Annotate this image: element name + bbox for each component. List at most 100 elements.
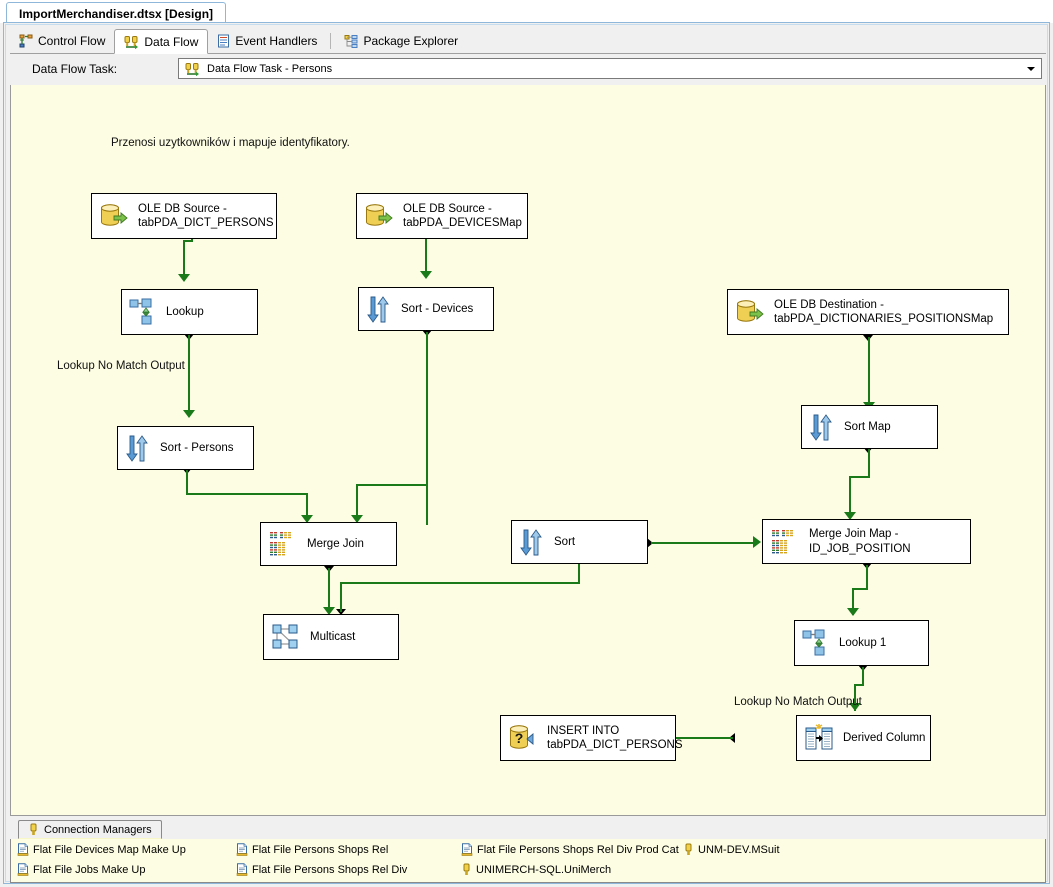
connection-manager-item[interactable]: UNIMERCH-SQL.UniMerch <box>461 863 611 876</box>
flat-file-icon <box>17 843 29 856</box>
node-label: OLE DB Source - tabPDA_DICT_PERSONS <box>138 202 274 229</box>
connection-managers-tab-row: Connection Managers <box>10 820 1046 840</box>
node-sort[interactable]: Sort <box>511 520 648 564</box>
data-flow-canvas[interactable]: Przenosi uzytkowników i mapuje identyfik… <box>10 85 1046 816</box>
tab-package-explorer[interactable]: Package Explorer <box>335 29 467 53</box>
tab-event-handlers-label: Event Handlers <box>235 34 318 48</box>
node-sort-devices[interactable]: Sort - Devices <box>358 287 494 331</box>
tab-data-flow[interactable]: Data Flow <box>114 29 209 54</box>
chevron-down-icon[interactable] <box>1027 67 1035 71</box>
tab-connection-managers-label: Connection Managers <box>44 823 152 836</box>
sort-icon <box>366 294 392 324</box>
node-ole-db-source-devices[interactable]: OLE DB Source - tabPDA_DEVICESMap <box>356 193 528 239</box>
connector-sort-persons-seg2 <box>186 493 308 495</box>
sort-icon <box>809 412 835 442</box>
node-label: Merge Join Map - ID_JOB_POSITION <box>809 528 911 555</box>
tab-control-flow[interactable]: Control Flow <box>10 29 114 53</box>
connector-dest-to-sort-map <box>868 337 870 405</box>
data-flow-icon <box>124 35 139 49</box>
ssis-data-flow-designer: ImportMerchandiser.dtsx [Design] Control <box>0 0 1053 887</box>
sort-icon <box>519 527 545 557</box>
node-sort-persons[interactable]: Sort - Persons <box>117 426 254 470</box>
node-lookup[interactable]: Lookup <box>121 289 258 335</box>
connection-manager-label: UNIMERCH-SQL.UniMerch <box>476 863 612 876</box>
ole-db-destination-icon <box>735 298 765 326</box>
connection-manager-item[interactable]: Flat File Persons Shops Rel Div Prod Cat <box>461 843 679 856</box>
node-label: OLE DB Destination - tabPDA_DICTIONARIES… <box>774 298 994 325</box>
data-flow-task-value: Data Flow Task - Persons <box>207 62 333 75</box>
node-label: INSERT INTO tabPDA_DICT_PERSONS <box>547 724 683 751</box>
connection-managers-list[interactable]: Flat File Devices Map Make Up Flat File … <box>10 839 1046 883</box>
task-selector-label: Data Flow Task: <box>32 62 118 76</box>
node-label: Multicast <box>310 630 356 643</box>
connector-sort-devices-to-merge-seg2 <box>356 484 428 486</box>
connection-manager-label: Flat File Jobs Make Up <box>33 863 146 876</box>
connection-manager-item[interactable]: Flat File Devices Map Make Up <box>17 843 186 856</box>
derived-column-icon <box>804 723 834 753</box>
ole-db-connection-icon <box>461 863 472 876</box>
data-flow-task-combobox[interactable]: Data Flow Task - Persons <box>178 58 1042 79</box>
document-tab[interactable]: ImportMerchandiser.dtsx [Design] <box>6 2 227 23</box>
document-tab-strip: ImportMerchandiser.dtsx [Design] <box>0 0 1053 23</box>
tab-package-explorer-label: Package Explorer <box>363 34 459 48</box>
node-lookup-1[interactable]: Lookup 1 <box>794 620 929 666</box>
connector-sort-to-merge-join-map <box>651 542 755 544</box>
node-derived-column[interactable]: Derived Column <box>796 715 931 761</box>
svg-text:?: ? <box>515 730 524 746</box>
designer-frame: Control Flow Data Flow Event Handlers Pa… <box>3 22 1050 884</box>
connector-sort-map-seg1 <box>868 449 870 477</box>
connection-manager-item[interactable]: Flat File Persons Shops Rel Div <box>236 863 407 876</box>
connection-manager-item[interactable]: UNM-DEV.MSuit <box>683 843 780 856</box>
tab-data-flow-label: Data Flow <box>144 34 199 49</box>
event-handlers-icon <box>217 34 230 48</box>
node-merge-join-map[interactable]: Merge Join Map - ID_JOB_POSITION <box>762 519 971 564</box>
merge-join-icon <box>770 527 800 557</box>
arrow-mjm-to-lookup1 <box>847 608 859 616</box>
ole-db-connection-icon <box>683 843 694 856</box>
connection-manager-item[interactable]: Flat File Persons Shops Rel <box>236 843 388 856</box>
arrow-sort-to-merge-join-map <box>753 536 761 548</box>
node-label: Lookup 1 <box>839 636 887 649</box>
lookup-icon <box>802 628 830 658</box>
document-tab-label: ImportMerchandiser.dtsx [Design] <box>19 7 214 21</box>
node-label: Lookup <box>166 305 204 318</box>
connector-sort-devices-to-merge-seg1 <box>426 332 428 525</box>
connector-multicast-to-sort-seg1 <box>340 582 342 612</box>
node-label: Derived Column <box>843 731 926 744</box>
lookup-icon <box>129 297 157 327</box>
connection-managers-pane: Connection Managers Flat File Devices Ma… <box>10 820 1046 883</box>
tab-connection-managers[interactable]: Connection Managers <box>18 820 162 839</box>
connection-manager-label: Flat File Persons Shops Rel Div <box>252 863 408 876</box>
ole-db-source-icon <box>99 202 129 230</box>
merge-join-icon <box>268 529 298 559</box>
tab-event-handlers[interactable]: Event Handlers <box>208 29 326 53</box>
flat-file-icon <box>17 863 29 876</box>
node-sort-map[interactable]: Sort Map <box>801 405 938 449</box>
node-ole-db-destination-positionsmap[interactable]: OLE DB Destination - tabPDA_DICTIONARIES… <box>727 289 1009 335</box>
designer-tab-row: Control Flow Data Flow Event Handlers Pa… <box>10 28 1046 54</box>
connection-manager-item[interactable]: Flat File Jobs Make Up <box>17 863 145 876</box>
connector-mjm-to-lookup1-seg2 <box>852 588 868 590</box>
data-flow-task-icon <box>185 62 200 76</box>
connector-mjm-to-lookup1-seg1 <box>866 565 868 589</box>
connector-label-lookup-no-match-right: Lookup No Match Output <box>734 696 862 708</box>
tab-control-flow-label: Control Flow <box>38 34 106 48</box>
connector-label-lookup-no-match-left: Lookup No Match Output <box>57 360 185 372</box>
node-insert-into-dict-persons[interactable]: ? INSERT INTO tabPDA_DICT_PERSONS <box>500 715 683 761</box>
connection-manager-label: Flat File Devices Map Make Up <box>33 843 186 856</box>
connection-manager-icon <box>28 823 39 836</box>
node-label: Sort <box>554 535 576 548</box>
node-label: Sort - Devices <box>401 302 474 315</box>
node-label: Merge Join <box>307 537 364 550</box>
connector-sort-persons-seg1 <box>186 470 188 494</box>
node-label: Sort Map <box>844 420 891 433</box>
multicast-icon <box>271 622 301 652</box>
connector-merge-join-to-multicast <box>328 568 330 610</box>
node-merge-join[interactable]: Merge Join <box>260 522 397 566</box>
connector-lookup-to-sort-persons <box>188 335 190 413</box>
connector-src-persons-to-lookup-seg1 <box>183 240 185 276</box>
sql-task-icon: ? <box>508 723 538 753</box>
node-multicast[interactable]: Multicast <box>263 614 399 660</box>
node-ole-db-source-persons[interactable]: OLE DB Source - tabPDA_DICT_PERSONS <box>91 193 277 239</box>
connection-manager-label: Flat File Persons Shops Rel <box>252 843 389 856</box>
